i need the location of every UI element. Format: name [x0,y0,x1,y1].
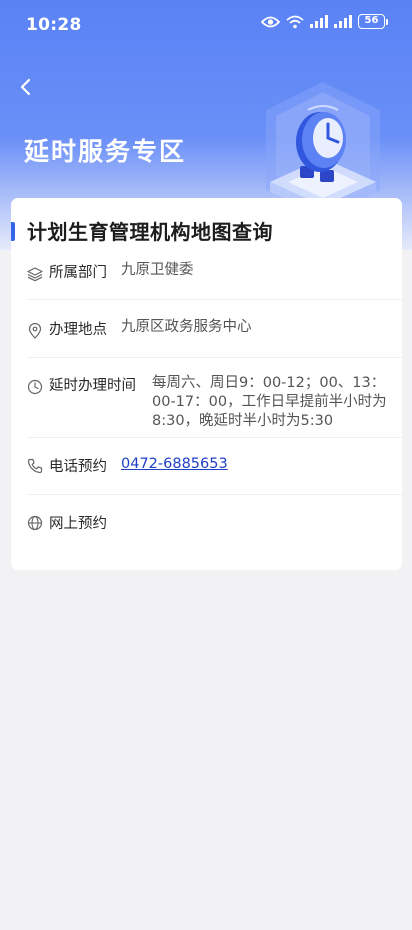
row-phone: 电话预约 0472-6885653 [27,438,402,495]
row-location: 办理地点 九原区政务服务中心 [27,300,402,358]
globe-icon [27,515,43,531]
row-label: 延时办理时间 [49,378,136,394]
row-online-booking[interactable]: 网上预约 [27,495,402,551]
status-bar: 10:28 56 [0,0,412,52]
row-label: 网上预约 [49,516,107,532]
row-department: 所属部门 九原卫健委 [27,252,402,300]
back-button[interactable] [14,74,36,100]
row-label: 所属部门 [49,265,107,281]
title-accent-bar [11,222,15,241]
chevron-left-icon [20,78,31,96]
signal-icon [310,15,328,28]
page-title: 延时服务专区 [24,137,187,166]
department-value: 九原卫健委 [121,262,194,278]
card-title: 计划生育管理机构地图查询 [27,220,273,244]
signal-icon [334,15,352,28]
status-time: 10:28 [26,15,82,35]
info-card: 计划生育管理机构地图查询 所属部门 九原卫健委 办理地点 九原区政务服务中心 延… [11,198,402,570]
hours-value: 每周六、周日9：00-12；00、13：00-17：00，工作日早提前半小时为8… [152,375,387,429]
row-hours: 延时办理时间 每周六、周日9：00-12；00、13：00-17：00，工作日早… [27,358,402,438]
location-value: 九原区政务服务中心 [121,319,252,335]
phone-icon [27,458,43,474]
status-icons: 56 [261,14,388,29]
layers-icon [27,267,43,282]
battery-level: 56 [358,14,385,29]
location-pin-icon [28,323,42,339]
eye-icon [261,16,280,27]
wifi-icon [286,15,304,28]
row-label: 办理地点 [49,322,107,338]
battery-icon: 56 [358,14,388,29]
row-label: 电话预约 [49,459,107,475]
clock-icon [27,379,43,395]
phone-link[interactable]: 0472-6885653 [121,455,228,474]
